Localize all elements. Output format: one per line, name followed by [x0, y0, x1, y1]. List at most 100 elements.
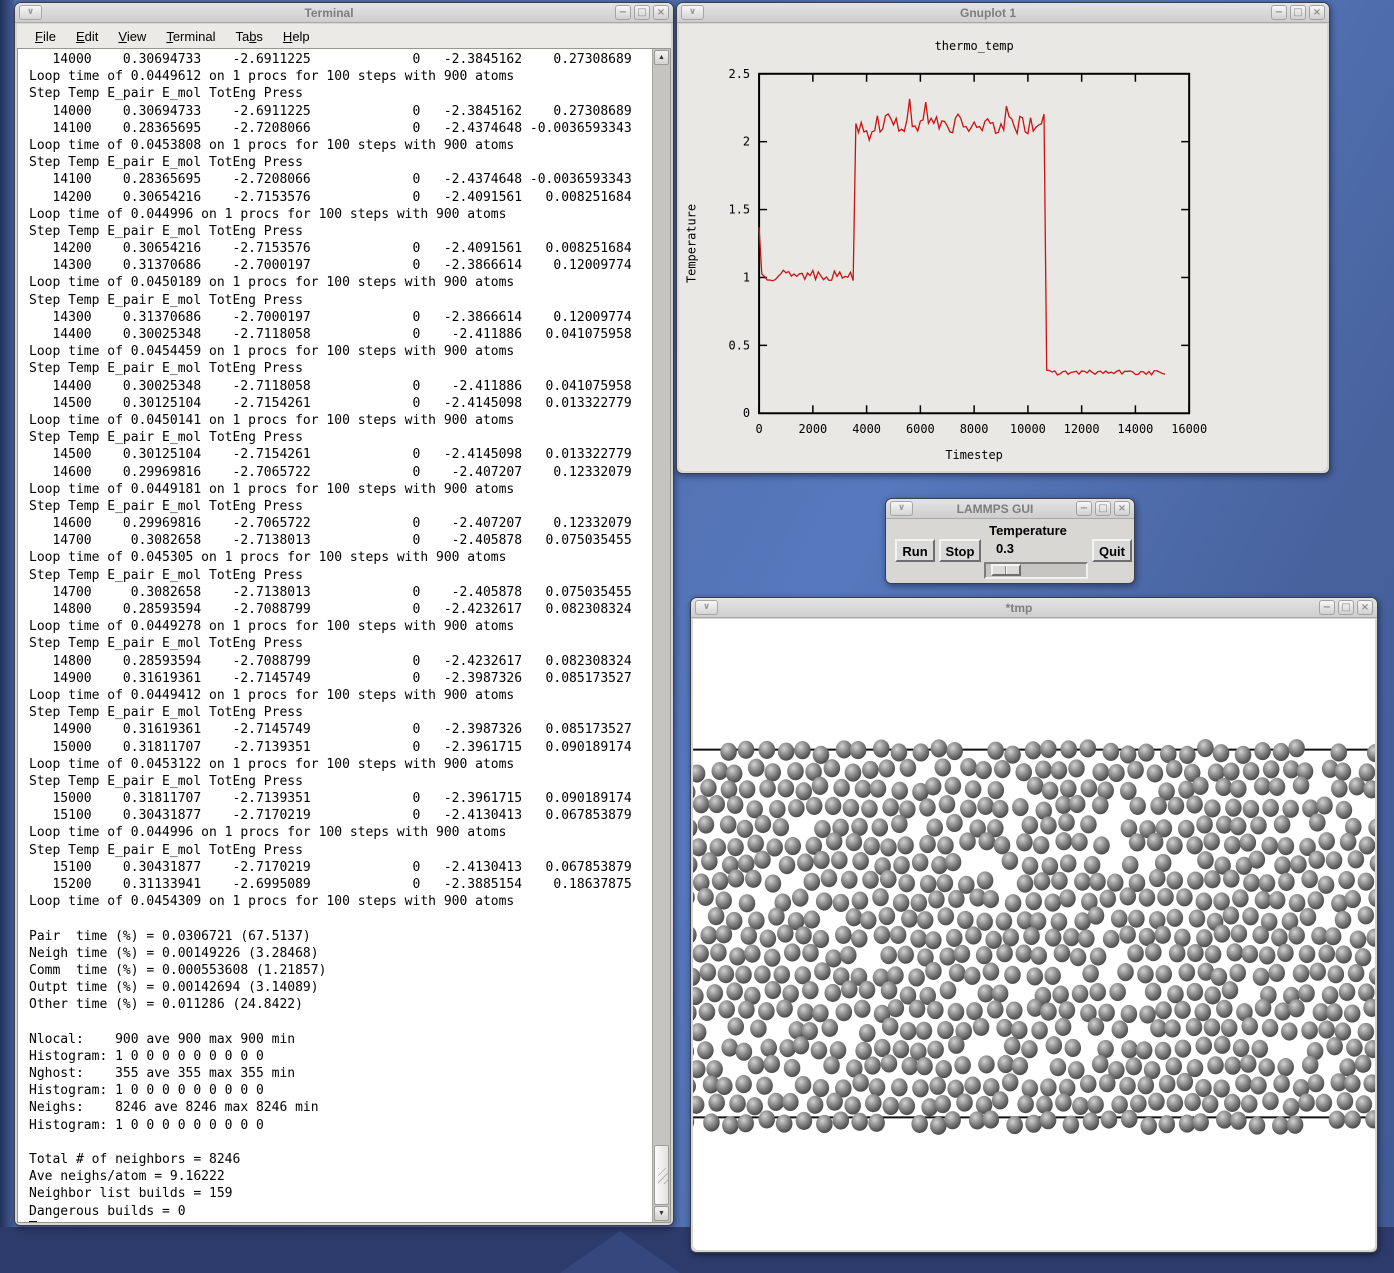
- scroll-up-icon[interactable]: ▲: [654, 50, 669, 65]
- svg-text:1.5: 1.5: [729, 203, 751, 217]
- window-menu-button[interactable]: ∨: [695, 600, 718, 615]
- terminal-line: Loop time of 0.0449612 on 1 procs for 10…: [29, 68, 648, 85]
- terminal-line: 14900 0.31619361 -2.7145749 0 -2.3987326…: [29, 721, 648, 738]
- terminal-line: 14300 0.31370686 -2.7000197 0 -2.3866614…: [29, 257, 648, 274]
- terminal-line: Step Temp E_pair E_mol TotEng Press: [29, 842, 648, 859]
- maximize-icon[interactable]: □: [1338, 600, 1354, 615]
- terminal-line: 15100 0.30431877 -2.7170219 0 -2.4130413…: [29, 807, 648, 824]
- terminal-line: Loop time of 0.0449278 on 1 procs for 10…: [29, 618, 648, 635]
- svg-text:12000: 12000: [1064, 422, 1100, 436]
- menu-edit[interactable]: Edit: [66, 26, 108, 47]
- atom-viz-canvas: [693, 619, 1375, 1250]
- terminal-line: Loop time of 0.044996 on 1 procs for 100…: [29, 824, 648, 841]
- menu-view[interactable]: View: [108, 26, 156, 47]
- terminal-line: Step Temp E_pair E_mol TotEng Press: [29, 498, 648, 515]
- minimize-icon[interactable]: −: [1271, 5, 1287, 20]
- terminal-line: Ave neighs/atom = 9.16222: [29, 1168, 648, 1185]
- terminal-line: [29, 1134, 648, 1151]
- terminal-line: Step Temp E_pair E_mol TotEng Press: [29, 154, 648, 171]
- terminal-line: Pair time (%) = 0.0306721 (67.5137): [29, 928, 648, 945]
- terminal-line: 14800 0.28593594 -2.7088799 0 -2.4232617…: [29, 653, 648, 670]
- svg-text:2.5: 2.5: [729, 67, 751, 81]
- terminal-line: Step Temp E_pair E_mol TotEng Press: [29, 223, 648, 240]
- terminal-line: Loop time of 0.0449181 on 1 procs for 10…: [29, 481, 648, 498]
- gnuplot-titlebar[interactable]: ∨ Gnuplot 1 − □ ×: [677, 3, 1329, 23]
- svg-text:14000: 14000: [1117, 422, 1153, 436]
- terminal-line: Step Temp E_pair E_mol TotEng Press: [29, 429, 648, 446]
- quit-button[interactable]: Quit: [1092, 539, 1132, 562]
- svg-text:2000: 2000: [798, 422, 827, 436]
- window-menu-button[interactable]: ∨: [890, 501, 913, 516]
- terminal-line: Loop time of 0.0450141 on 1 procs for 10…: [29, 412, 648, 429]
- terminal-viewport[interactable]: 14000 0.30694733 -2.6911225 0 -2.3845162…: [17, 48, 671, 1223]
- terminal-scrollbar[interactable]: ▲ ▼: [652, 49, 670, 1222]
- terminal-titlebar[interactable]: ∨ Terminal − □ ×: [15, 3, 673, 23]
- terminal-line: 14100 0.28365695 -2.7208066 0 -2.4374648…: [29, 171, 648, 188]
- terminal-line: Step Temp E_pair E_mol TotEng Press: [29, 567, 648, 584]
- menu-terminal[interactable]: Terminal: [156, 26, 225, 47]
- terminal-line: Loop time of 0.044996 on 1 procs for 100…: [29, 206, 648, 223]
- terminal-line: Loop time of 0.0450189 on 1 procs for 10…: [29, 274, 648, 291]
- terminal-cursor-line: [29, 1220, 648, 1222]
- terminal-line: Histogram: 1 0 0 0 0 0 0 0 0 0: [29, 1082, 648, 1099]
- terminal-line: [29, 910, 648, 927]
- terminal-line: Step Temp E_pair E_mol TotEng Press: [29, 360, 648, 377]
- run-button[interactable]: Run: [895, 539, 935, 562]
- desktop: { "icons": { "window_menu": "∨", "minimi…: [0, 0, 1394, 1273]
- svg-text:10000: 10000: [1010, 422, 1046, 436]
- terminal-line: 14600 0.29969816 -2.7065722 0 -2.407207 …: [29, 464, 648, 481]
- terminal-line: Nghost: 355 ave 355 max 355 min: [29, 1065, 648, 1082]
- window-menu-button[interactable]: ∨: [19, 5, 42, 20]
- lammps-gui-window-title: LAMMPS GUI: [916, 502, 1074, 516]
- close-icon[interactable]: ×: [1309, 5, 1325, 20]
- menu-help[interactable]: Help: [273, 26, 320, 47]
- maximize-icon[interactable]: □: [1095, 501, 1111, 516]
- close-icon[interactable]: ×: [653, 5, 669, 20]
- scroll-down-icon[interactable]: ▼: [654, 1206, 669, 1221]
- terminal-line: 14400 0.30025348 -2.7118058 0 -2.411886 …: [29, 326, 648, 343]
- window-menu-button[interactable]: ∨: [681, 5, 704, 20]
- terminal-line: Step Temp E_pair E_mol TotEng Press: [29, 85, 648, 102]
- svg-text:0: 0: [743, 406, 750, 420]
- lammps-gui-titlebar[interactable]: ∨ LAMMPS GUI − □ ×: [886, 499, 1134, 519]
- close-icon[interactable]: ×: [1357, 600, 1373, 615]
- terminal-output: 14000 0.30694733 -2.6911225 0 -2.3845162…: [29, 51, 648, 1222]
- minimize-icon[interactable]: −: [615, 5, 631, 20]
- menu-file[interactable]: File: [25, 26, 66, 47]
- maximize-icon[interactable]: □: [1290, 5, 1306, 20]
- temperature-slider[interactable]: [984, 562, 1088, 579]
- atom-viz-titlebar[interactable]: ∨ *tmp − □ ×: [691, 598, 1377, 618]
- terminal-line: Neighs: 8246 ave 8246 max 8246 min: [29, 1099, 648, 1116]
- terminal-line: 14900 0.31619361 -2.7145749 0 -2.3987326…: [29, 670, 648, 687]
- terminal-window-title: Terminal: [45, 6, 613, 20]
- minimize-icon[interactable]: −: [1076, 501, 1092, 516]
- terminal-line: 14100 0.28365695 -2.7208066 0 -2.4374648…: [29, 120, 648, 137]
- stop-button[interactable]: Stop: [939, 539, 981, 562]
- terminal-line: 14700 0.3082658 -2.7138013 0 -2.405878 0…: [29, 532, 648, 549]
- gnuplot-window: ∨ Gnuplot 1 − □ × thermo_tempTimestepTem…: [676, 2, 1330, 474]
- terminal-line: Other time (%) = 0.011286 (24.8422): [29, 996, 648, 1013]
- window-menu-icon: ∨: [703, 602, 710, 612]
- window-menu-icon: ∨: [27, 7, 34, 17]
- terminal-line: 15200 0.31133941 -2.6995089 0 -2.3885154…: [29, 876, 648, 893]
- terminal-line: Outpt time (%) = 0.00142694 (3.14089): [29, 979, 648, 996]
- terminal-line: 15000 0.31811707 -2.7139351 0 -2.3961715…: [29, 739, 648, 756]
- terminal-line: 14400 0.30025348 -2.7118058 0 -2.411886 …: [29, 378, 648, 395]
- terminal-line: 14700 0.3082658 -2.7138013 0 -2.405878 0…: [29, 584, 648, 601]
- terminal-line: Total # of neighbors = 8246: [29, 1151, 648, 1168]
- svg-text:4000: 4000: [852, 422, 881, 436]
- slider-handle[interactable]: [991, 564, 1021, 576]
- svg-text:thermo_temp: thermo_temp: [935, 39, 1014, 53]
- close-icon[interactable]: ×: [1114, 501, 1130, 516]
- minimize-icon[interactable]: −: [1319, 600, 1335, 615]
- terminal-line: Step Temp E_pair E_mol TotEng Press: [29, 704, 648, 721]
- scrollbar-thumb[interactable]: [654, 1145, 669, 1205]
- terminal-line: Histogram: 1 0 0 0 0 0 0 0 0 0: [29, 1048, 648, 1065]
- terminal-line: Loop time of 0.045305 on 1 procs for 100…: [29, 549, 648, 566]
- svg-text:0: 0: [755, 422, 762, 436]
- menu-tabs[interactable]: Tabs: [225, 26, 272, 47]
- wallpaper-left-edge: [0, 0, 14, 1273]
- maximize-icon[interactable]: □: [634, 5, 650, 20]
- terminal-line: 14500 0.30125104 -2.7154261 0 -2.4145098…: [29, 446, 648, 463]
- terminal-line: Loop time of 0.0454309 on 1 procs for 10…: [29, 893, 648, 910]
